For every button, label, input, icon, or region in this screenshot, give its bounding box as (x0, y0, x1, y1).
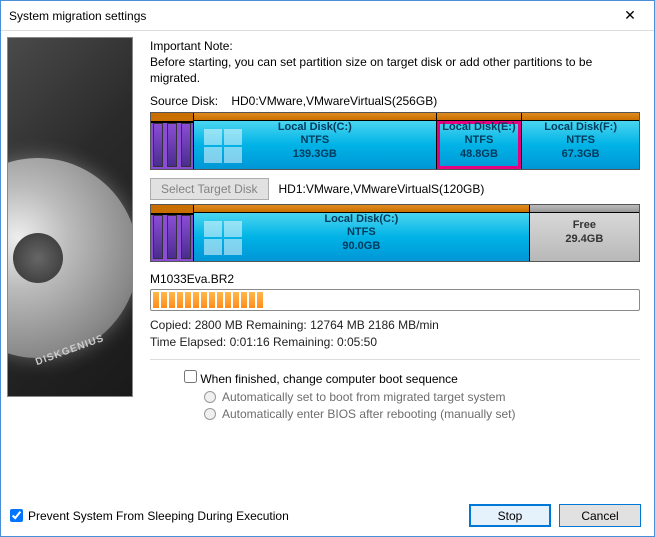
stats-line-2: Time Elapsed: 0:01:16 Remaining: 0:05:50 (150, 334, 640, 351)
progress-stats: Copied: 2800 MB Remaining: 12764 MB 2186… (150, 317, 640, 351)
enter-bios-radio: Automatically enter BIOS after rebooting… (204, 407, 640, 421)
stats-line-1: Copied: 2800 MB Remaining: 12764 MB 2186… (150, 317, 640, 334)
source-partition-f[interactable]: Local Disk(F:) NTFS 67.3GB (521, 113, 639, 169)
boot-sequence-label: When finished, change computer boot sequ… (200, 372, 458, 386)
boot-sequence-input[interactable] (184, 370, 197, 383)
hdd-illustration: DISKGENIUS (7, 37, 133, 397)
progress-bar (150, 289, 640, 311)
separator (150, 359, 640, 360)
source-disk-value: HD0:VMware,VMwareVirtualS(256GB) (231, 94, 437, 108)
close-button[interactable]: ✕ (610, 2, 650, 30)
partition-size: 90.0GB (342, 240, 380, 254)
target-partition-free[interactable]: Free 29.4GB (529, 205, 639, 261)
boot-options: When finished, change computer boot sequ… (184, 370, 640, 424)
auto-boot-label: Automatically set to boot from migrated … (222, 390, 505, 404)
radio-icon (204, 408, 216, 420)
partition-name: Local Disk(F:) (544, 121, 617, 135)
target-disk-row: Select Target Disk HD1:VMware,VMwareVirt… (150, 178, 640, 200)
system-reserved-strips (151, 205, 193, 261)
source-disk-label: Source Disk: (150, 94, 228, 108)
note-title: Important Note: (150, 39, 640, 53)
partition-name: Local Disk(E:) (442, 121, 515, 135)
main-area: DISKGENIUS Important Note: Before starti… (1, 31, 654, 536)
prevent-sleep-checkbox[interactable]: Prevent System From Sleeping During Exec… (10, 509, 461, 523)
select-target-disk-button: Select Target Disk (150, 178, 269, 200)
system-reserved-strips (151, 113, 193, 169)
auto-boot-radio: Automatically set to boot from migrated … (204, 390, 640, 404)
windows-logo-icon (200, 125, 248, 165)
titlebar: System migration settings ✕ (1, 1, 654, 31)
partition-size: 48.8GB (460, 148, 498, 162)
prevent-sleep-label: Prevent System From Sleeping During Exec… (28, 509, 289, 523)
partition-fs: NTFS (300, 134, 329, 148)
boot-sequence-checkbox[interactable]: When finished, change computer boot sequ… (184, 370, 640, 386)
source-partition-c[interactable]: Local Disk(C:) NTFS 139.3GB (193, 113, 436, 169)
current-file-label: M1033Eva.BR2 (150, 272, 640, 286)
partition-fs: NTFS (566, 134, 595, 148)
note-body: Before starting, you can set partition s… (150, 55, 640, 86)
progress-fill (152, 291, 269, 309)
prevent-sleep-input[interactable] (10, 509, 23, 522)
cancel-button[interactable]: Cancel (559, 504, 641, 527)
target-disk-bar[interactable]: Local Disk(C:) NTFS 90.0GB Free 29.4GB (150, 204, 640, 262)
target-partition-c[interactable]: Local Disk(C:) NTFS 90.0GB (193, 205, 529, 261)
footer: Prevent System From Sleeping During Exec… (10, 504, 641, 527)
partition-size: 67.3GB (562, 148, 600, 162)
radio-icon (204, 391, 216, 403)
partition-size: 139.3GB (293, 148, 337, 162)
partition-fs: NTFS (347, 226, 376, 240)
partition-name: Local Disk(C:) (278, 121, 352, 135)
partition-size: 29.4GB (565, 233, 603, 247)
target-disk-value: HD1:VMware,VMwareVirtualS(120GB) (279, 182, 485, 196)
stop-button[interactable]: Stop (469, 504, 551, 527)
source-partition-e[interactable]: Local Disk(E:) NTFS 48.8GB (436, 113, 522, 169)
enter-bios-label: Automatically enter BIOS after rebooting… (222, 407, 515, 421)
content: Important Note: Before starting, you can… (136, 31, 654, 536)
sidebar: DISKGENIUS (1, 31, 136, 536)
partition-name: Local Disk(C:) (324, 213, 398, 227)
windows-logo-icon (200, 217, 248, 257)
source-disk-bar[interactable]: Local Disk(C:) NTFS 139.3GB Local Disk(E… (150, 112, 640, 170)
partition-fs: NTFS (465, 134, 494, 148)
source-disk-row: Source Disk: HD0:VMware,VMwareVirtualS(2… (150, 94, 640, 108)
partition-name: Free (573, 219, 596, 233)
window-title: System migration settings (9, 9, 610, 23)
